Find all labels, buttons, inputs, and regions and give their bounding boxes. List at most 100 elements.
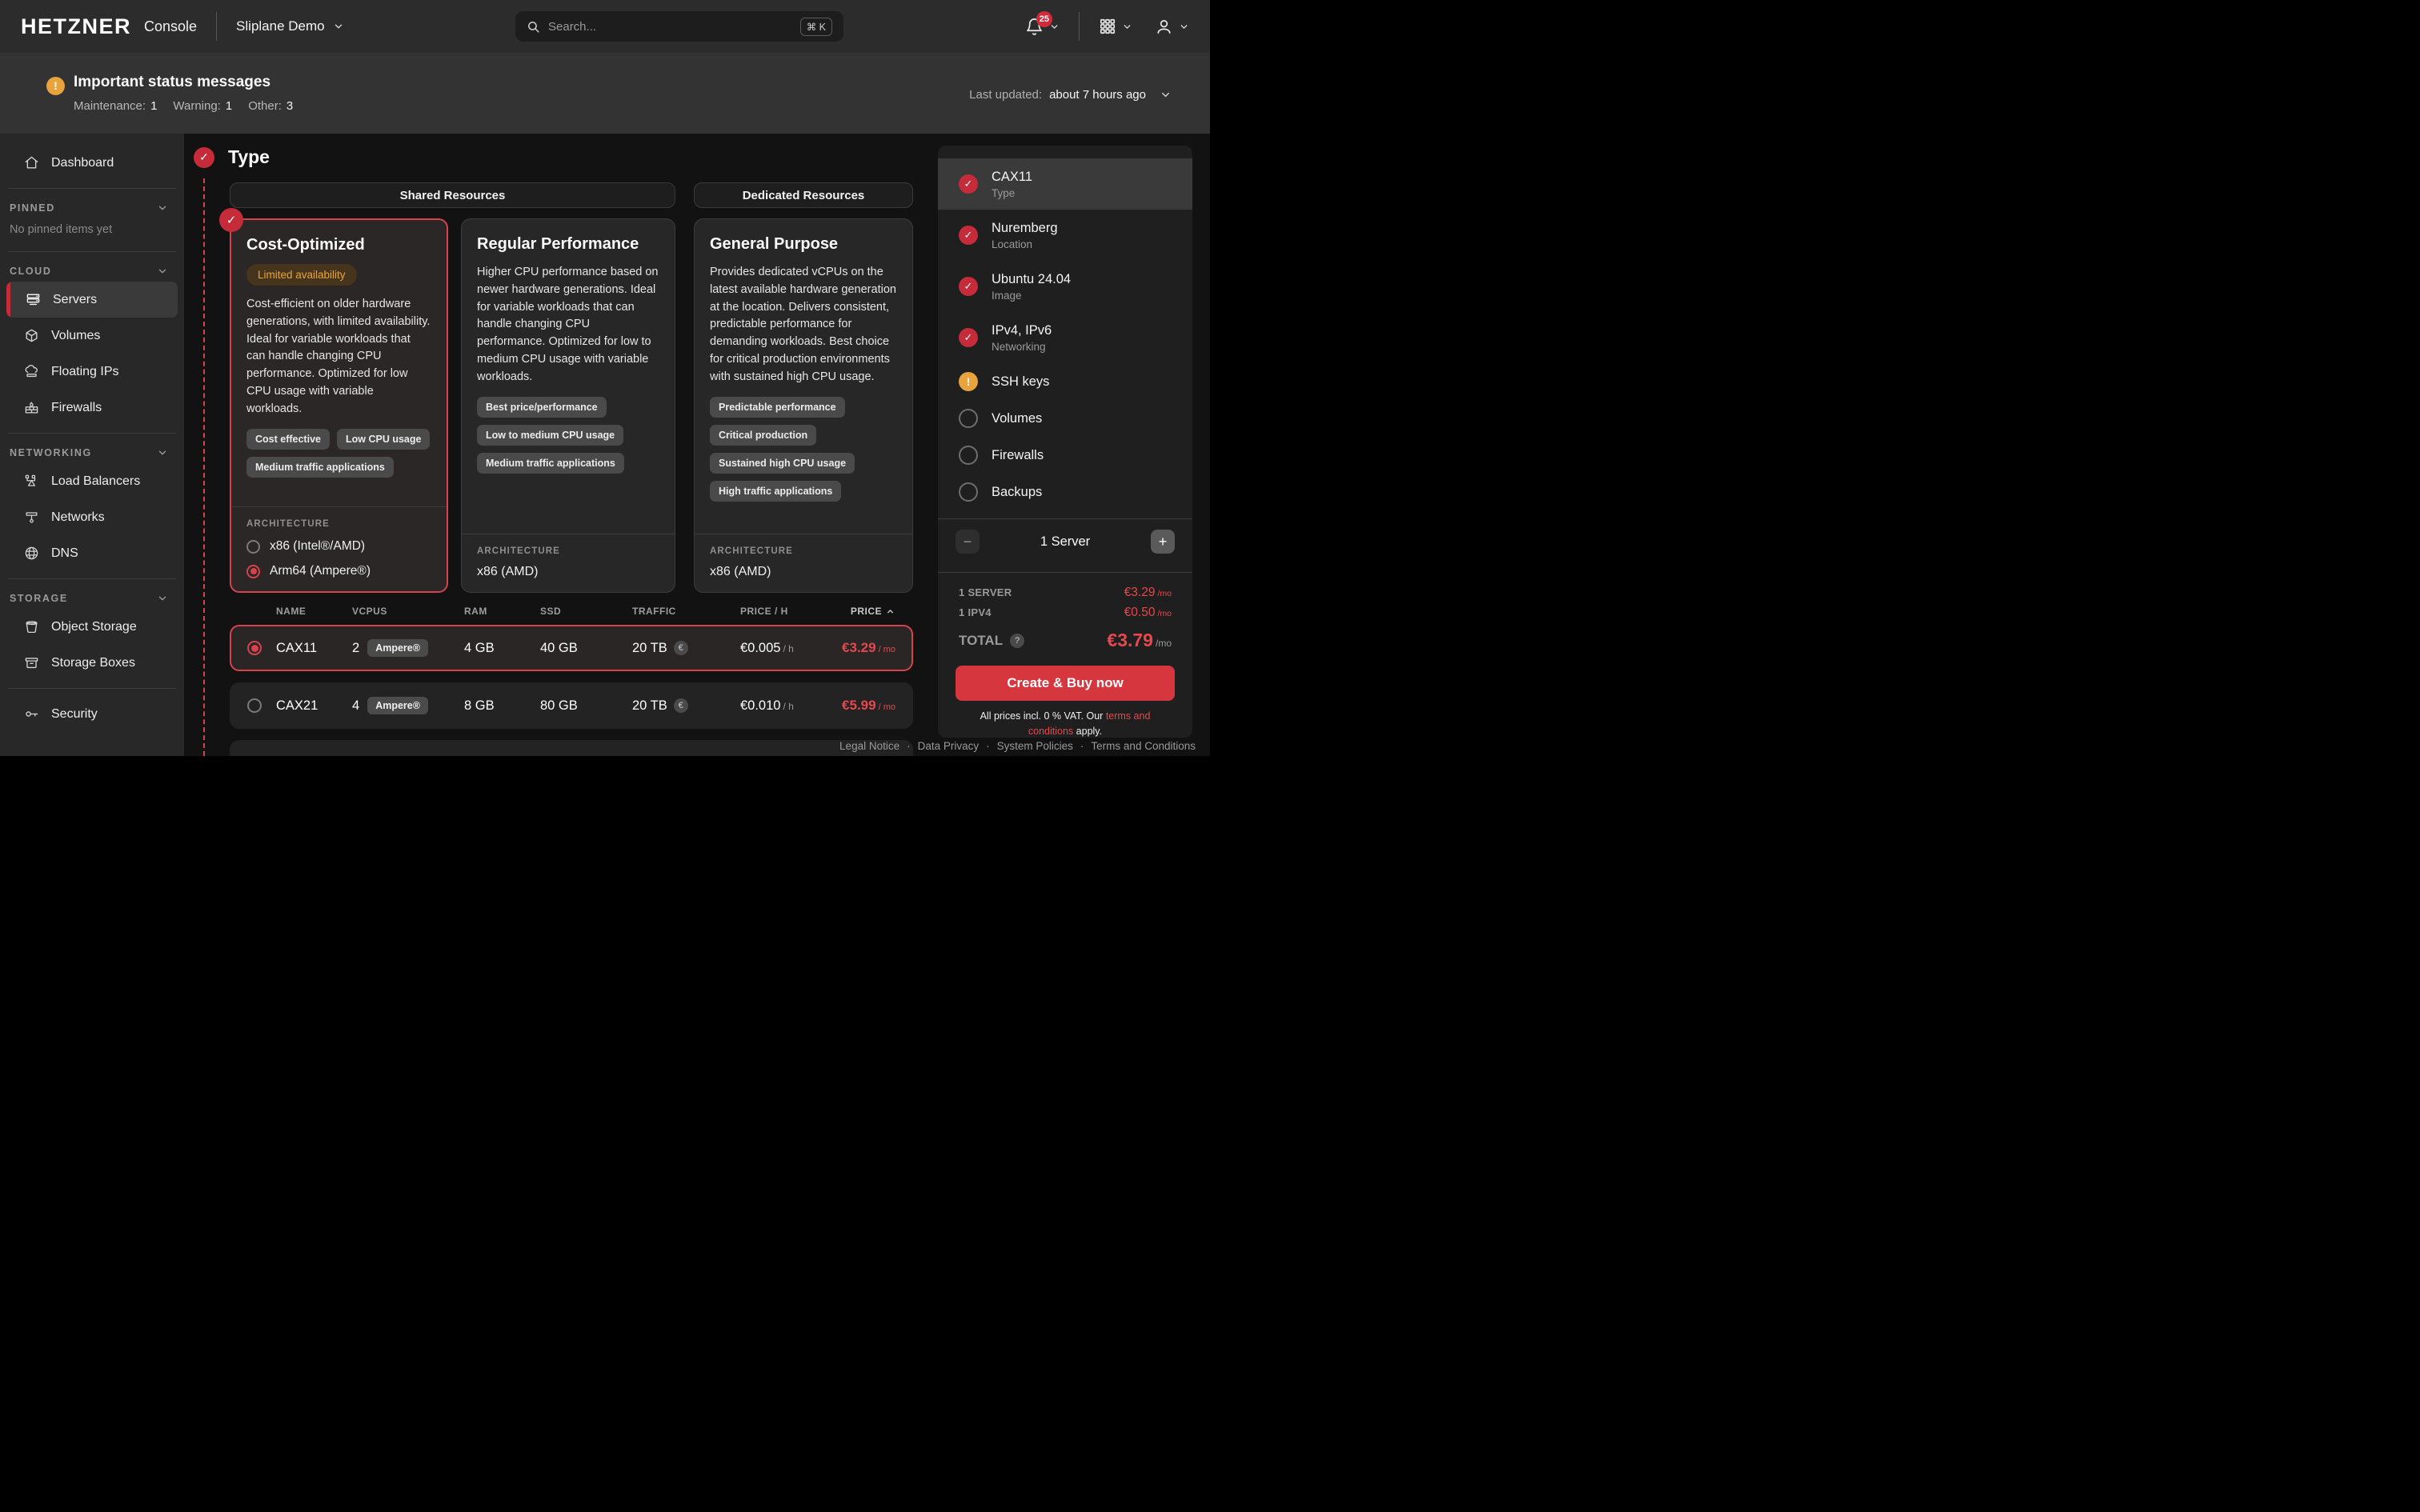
item-title: Backups bbox=[992, 485, 1042, 500]
checklist-item-backups[interactable]: Backups bbox=[938, 474, 1192, 510]
radio-off-icon bbox=[246, 540, 260, 554]
sidebar-section-storage[interactable]: STORAGE bbox=[0, 586, 184, 609]
hetzner-logo: HETZNER bbox=[21, 14, 131, 39]
sidebar-item-servers[interactable]: Servers bbox=[6, 282, 178, 318]
tab-shared-resources[interactable]: Shared Resources bbox=[230, 182, 675, 208]
tag: Medium traffic applications bbox=[246, 457, 394, 478]
sidebar-section-cloud[interactable]: CLOUD bbox=[0, 259, 184, 282]
firewall-icon bbox=[24, 400, 39, 415]
radio-on-icon bbox=[246, 565, 260, 578]
help-icon[interactable]: ? bbox=[1010, 634, 1024, 648]
row-radio-on-icon[interactable] bbox=[247, 641, 262, 655]
sidebar-item-load-balancers[interactable]: Load Balancers bbox=[0, 463, 184, 499]
checklist-item-image[interactable]: ✓ Ubuntu 24.04Image bbox=[938, 261, 1192, 312]
sidebar-item-firewalls[interactable]: Firewalls bbox=[0, 390, 184, 426]
tag: Low to medium CPU usage bbox=[477, 425, 623, 446]
sidebar-item-floating-ips[interactable]: Floating IPs bbox=[0, 354, 184, 390]
footer-link-legal-notice[interactable]: Legal Notice bbox=[839, 740, 899, 752]
card-title: General Purpose bbox=[710, 235, 897, 254]
checklist-item-volumes[interactable]: Volumes bbox=[938, 400, 1192, 437]
apps-menu-button[interactable] bbox=[1099, 18, 1132, 35]
notifications-button[interactable]: 25 bbox=[1025, 18, 1060, 36]
card-body: Regular Performance Higher CPU performan… bbox=[462, 219, 675, 534]
network-icon bbox=[24, 510, 39, 525]
sidebar-item-networks[interactable]: Networks bbox=[0, 499, 184, 535]
type-step-header: ✓ Type bbox=[194, 146, 270, 168]
bell-icon: 25 bbox=[1025, 18, 1044, 36]
euro-info-icon[interactable]: € bbox=[674, 698, 688, 713]
sidebar-item-label: Servers bbox=[53, 293, 97, 307]
cell-price-hourly: €0.010/ h bbox=[740, 698, 832, 714]
radio-x86[interactable]: x86 (Intel®/AMD) bbox=[246, 539, 431, 554]
sidebar-item-object-storage[interactable]: Object Storage bbox=[0, 609, 184, 645]
vcpu-count: 2 bbox=[352, 641, 359, 656]
search-bar[interactable]: ⌘ K bbox=[515, 11, 843, 42]
card-regular-performance[interactable]: Regular Performance Higher CPU performan… bbox=[461, 218, 675, 593]
col-ram: RAM bbox=[464, 606, 540, 617]
table-row-cax11[interactable]: CAX11 2 Ampere® 4 GB 40 GB 20 TB € €0.00… bbox=[230, 625, 913, 671]
sidebar-item-label: DNS bbox=[51, 546, 78, 561]
checklist-item-firewalls[interactable]: Firewalls bbox=[938, 437, 1192, 474]
sidebar-item-label: Dashboard bbox=[51, 156, 114, 170]
checklist-item-networking[interactable]: ✓ IPv4, IPv6Networking bbox=[938, 312, 1192, 363]
server-type-cards: ✓ Cost-Optimized Limited availability Co… bbox=[230, 218, 913, 593]
item-title: Volumes bbox=[992, 411, 1042, 426]
decrease-count-button[interactable]: − bbox=[956, 530, 980, 554]
tab-dedicated-resources[interactable]: Dedicated Resources bbox=[694, 182, 913, 208]
item-title: CAX11 bbox=[992, 170, 1032, 185]
footer-link-system-policies[interactable]: System Policies bbox=[997, 740, 1073, 752]
chevron-down-icon bbox=[157, 447, 168, 458]
sidebar-item-security[interactable]: Security bbox=[0, 696, 184, 732]
create-buy-button[interactable]: Create & Buy now bbox=[956, 666, 1175, 701]
sidebar-item-dashboard[interactable]: Dashboard bbox=[0, 145, 184, 181]
selected-check-icon: ✓ bbox=[219, 208, 243, 232]
footer-link-data-privacy[interactable]: Data Privacy bbox=[918, 740, 980, 752]
chevron-down-icon bbox=[1160, 89, 1172, 101]
vcpu-count: 4 bbox=[352, 698, 359, 714]
search-input[interactable] bbox=[548, 20, 800, 34]
cell-name: CAX11 bbox=[276, 641, 352, 656]
sidebar-item-volumes[interactable]: Volumes bbox=[0, 318, 184, 354]
price-value: €0.50/mo bbox=[1124, 606, 1172, 620]
step-connector-line bbox=[203, 178, 205, 756]
sidebar-item-dns[interactable]: DNS bbox=[0, 535, 184, 571]
cell-traffic: 20 TB € bbox=[632, 698, 740, 714]
tag: Critical production bbox=[710, 425, 816, 446]
card-title: Cost-Optimized bbox=[246, 236, 431, 254]
sidebar-item-storage-boxes[interactable]: Storage Boxes bbox=[0, 645, 184, 681]
table-row-partial[interactable] bbox=[230, 740, 913, 756]
main-content: ✓ Type Shared Resources Dedicated Resour… bbox=[184, 134, 1210, 756]
checklist-item-location[interactable]: ✓ NurembergLocation bbox=[938, 210, 1192, 261]
section-label: PINNED bbox=[10, 202, 55, 214]
cell-name: CAX21 bbox=[276, 698, 352, 714]
account-menu-button[interactable] bbox=[1155, 18, 1189, 36]
item-subtitle: Networking bbox=[992, 341, 1052, 353]
radio-arm64[interactable]: Arm64 (Ampere®) bbox=[246, 564, 431, 578]
project-picker[interactable]: Sliplane Demo bbox=[236, 18, 344, 34]
footer-link-terms[interactable]: Terms and Conditions bbox=[1091, 740, 1196, 752]
stat-other: Other:3 bbox=[248, 99, 293, 113]
price-label: 1 IPV4 bbox=[959, 606, 992, 618]
sidebar-item-label: Floating IPs bbox=[51, 365, 118, 379]
card-general-purpose[interactable]: General Purpose Provides dedicated vCPUs… bbox=[694, 218, 913, 593]
sidebar-section-pinned[interactable]: PINNED bbox=[0, 196, 184, 218]
checklist-item-ssh-keys[interactable]: ! SSH keys bbox=[938, 363, 1192, 400]
col-price-sort[interactable]: PRICE bbox=[832, 606, 895, 617]
tag: Cost effective bbox=[246, 429, 330, 450]
table-row-cax21[interactable]: CAX21 4 Ampere® 8 GB 80 GB 20 TB € €0.01… bbox=[230, 682, 913, 729]
last-updated-toggle[interactable]: Last updated: about 7 hours ago bbox=[969, 88, 1172, 102]
cell-ram: 4 GB bbox=[464, 641, 540, 656]
sidebar-section-networking[interactable]: NETWORKING bbox=[0, 441, 184, 463]
notification-badge: 25 bbox=[1036, 11, 1052, 27]
col-price-h: PRICE / H bbox=[740, 606, 832, 617]
row-radio-off-icon[interactable] bbox=[247, 698, 262, 713]
sidebar-item-label: Storage Boxes bbox=[51, 656, 135, 670]
euro-info-icon[interactable]: € bbox=[674, 641, 688, 655]
server-table-header: NAME VCPUS RAM SSD TRAFFIC PRICE / H PRI… bbox=[230, 606, 913, 617]
checklist-item-type[interactable]: ✓ CAX11Type bbox=[938, 158, 1192, 210]
increase-count-button[interactable]: + bbox=[1151, 530, 1175, 554]
card-description: Provides dedicated vCPUs on the latest a… bbox=[710, 264, 897, 386]
card-cost-optimized[interactable]: ✓ Cost-Optimized Limited availability Co… bbox=[230, 218, 448, 593]
chevron-down-icon bbox=[1179, 22, 1189, 32]
sidebar-divider bbox=[8, 188, 176, 189]
